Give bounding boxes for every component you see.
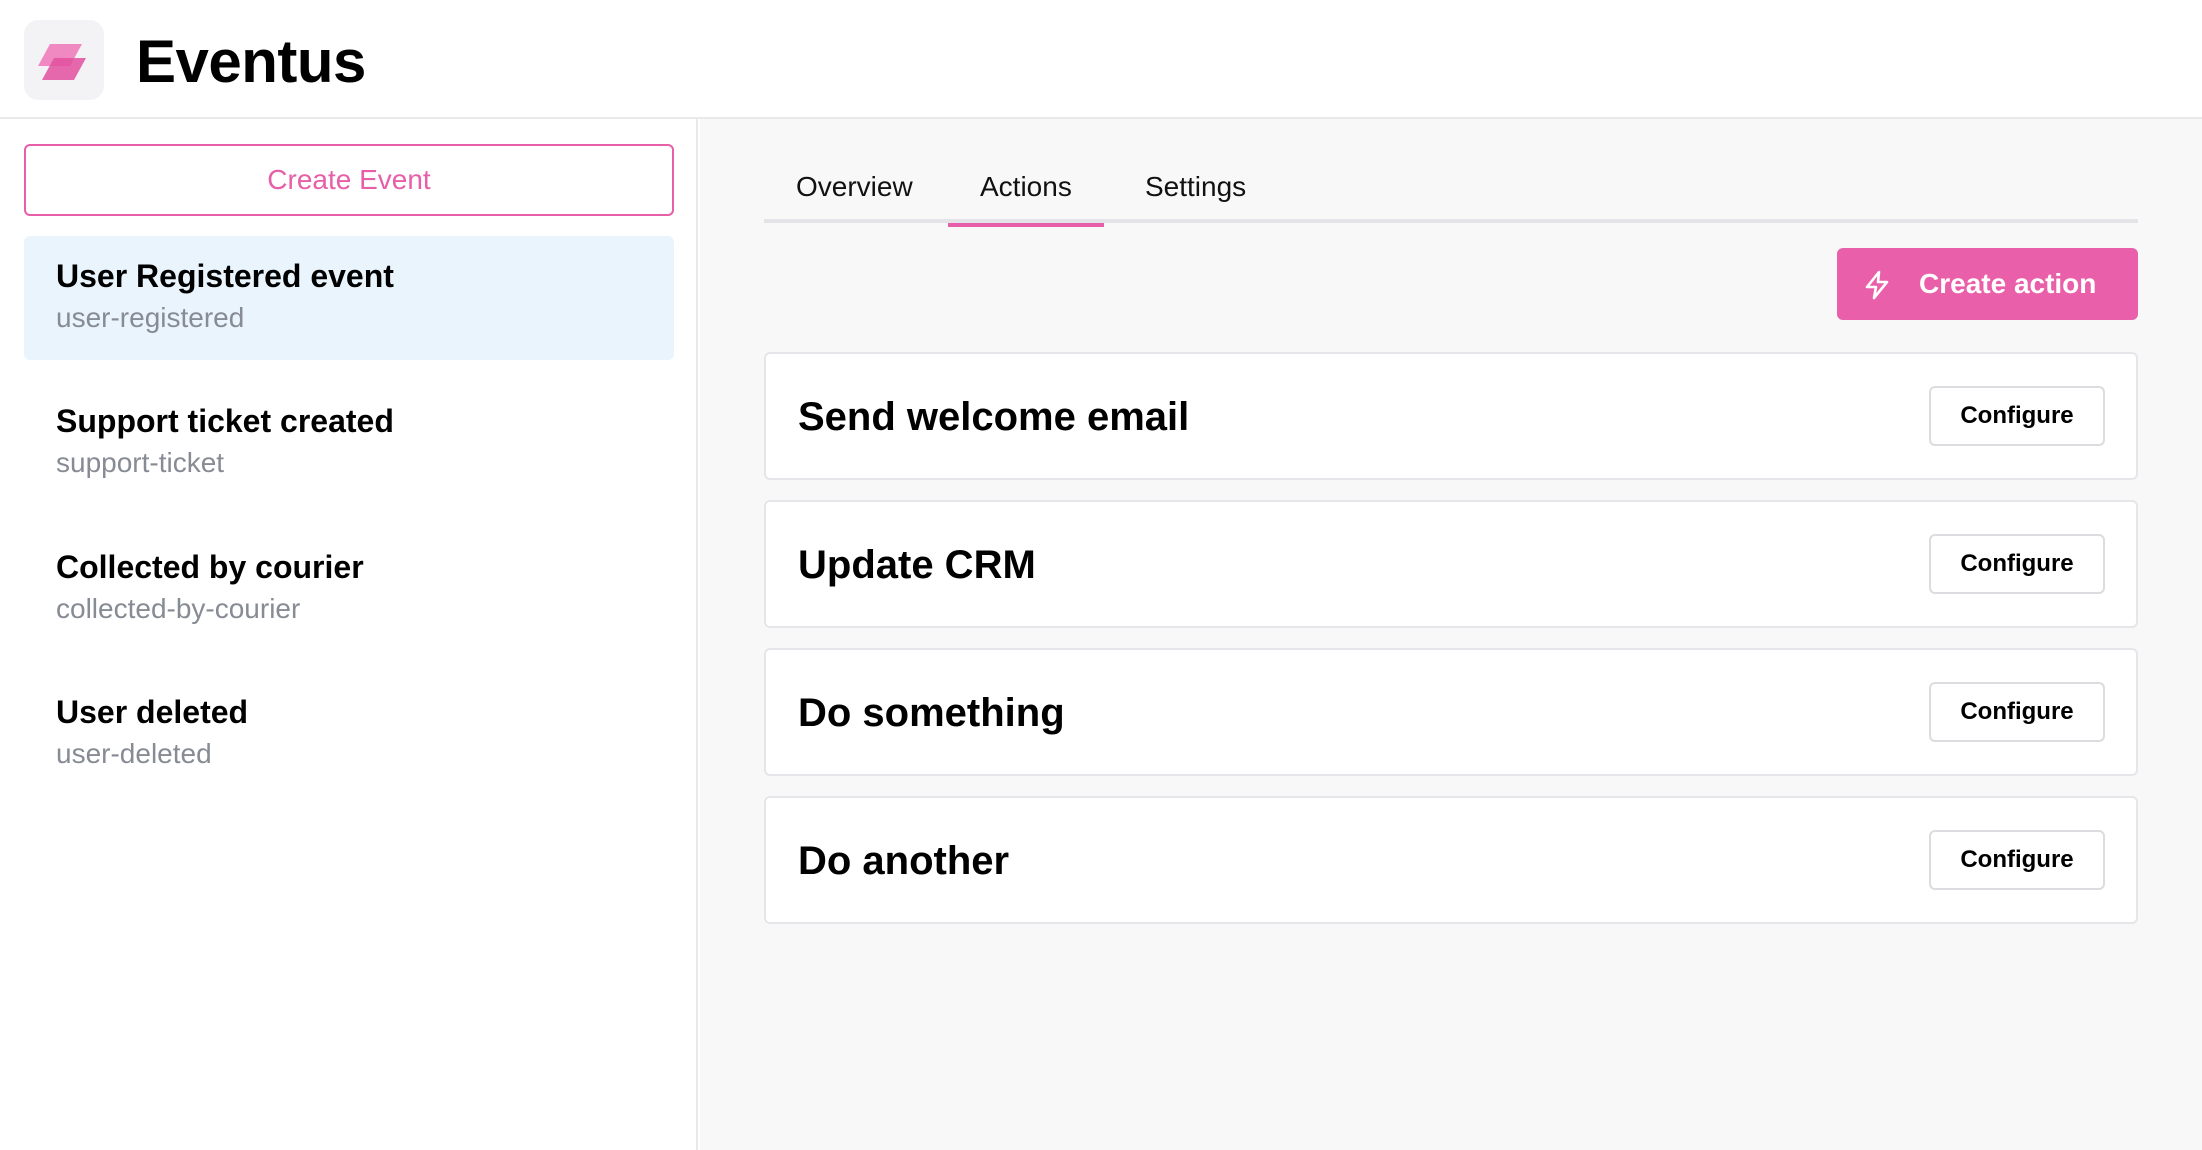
event-name: Collected by courier: [56, 549, 364, 585]
action-title: Send welcome email: [798, 395, 1190, 439]
app-title: Eventus: [136, 28, 366, 95]
action-card: Send welcome email Configure: [764, 352, 2138, 480]
event-slug: collected-by-courier: [56, 593, 301, 624]
tab-overview[interactable]: Overview: [764, 159, 945, 223]
app-header: Eventus: [0, 0, 2202, 119]
create-action-label: Create action: [1919, 268, 2097, 299]
event-slug: support-ticket: [56, 447, 225, 478]
action-card: Do another Configure: [764, 796, 2138, 924]
layers-logo-icon[interactable]: [24, 20, 104, 100]
event-slug: user-deleted: [56, 738, 212, 769]
configure-button[interactable]: Configure: [1929, 534, 2105, 594]
event-name: User deleted: [56, 694, 249, 730]
tab-bar: Overview Actions Settings: [764, 159, 2138, 227]
event-name: Support ticket created: [56, 403, 394, 439]
action-card: Do something Configure: [764, 648, 2138, 776]
create-event-button[interactable]: Create Event: [24, 144, 674, 216]
event-slug: user-registered: [56, 302, 245, 333]
action-title: Update CRM: [798, 543, 1036, 587]
action-card: Update CRM Configure: [764, 500, 2138, 628]
event-item-user-registered[interactable]: User Registered event user-registered: [24, 236, 674, 360]
event-name: User Registered event: [56, 258, 394, 294]
configure-button[interactable]: Configure: [1929, 682, 2105, 742]
configure-button[interactable]: Configure: [1929, 830, 2105, 890]
tab-actions[interactable]: Actions: [948, 159, 1104, 227]
main-panel: Overview Actions Settings Create action …: [700, 119, 2202, 1150]
configure-button[interactable]: Configure: [1929, 386, 2105, 446]
tab-settings[interactable]: Settings: [1113, 159, 1278, 223]
event-sidebar: Create Event User Registered event user-…: [0, 119, 698, 1150]
lightning-bolt-icon: [1865, 270, 1889, 300]
event-item-collected-by-courier[interactable]: Collected by courier collected-by-courie…: [24, 527, 674, 651]
action-title: Do another: [798, 839, 1010, 883]
event-item-support-ticket[interactable]: Support ticket created support-ticket: [24, 381, 674, 505]
event-item-user-deleted[interactable]: User deleted user-deleted: [24, 672, 674, 796]
action-title: Do something: [798, 691, 1065, 735]
create-action-button[interactable]: Create action: [1837, 248, 2138, 320]
